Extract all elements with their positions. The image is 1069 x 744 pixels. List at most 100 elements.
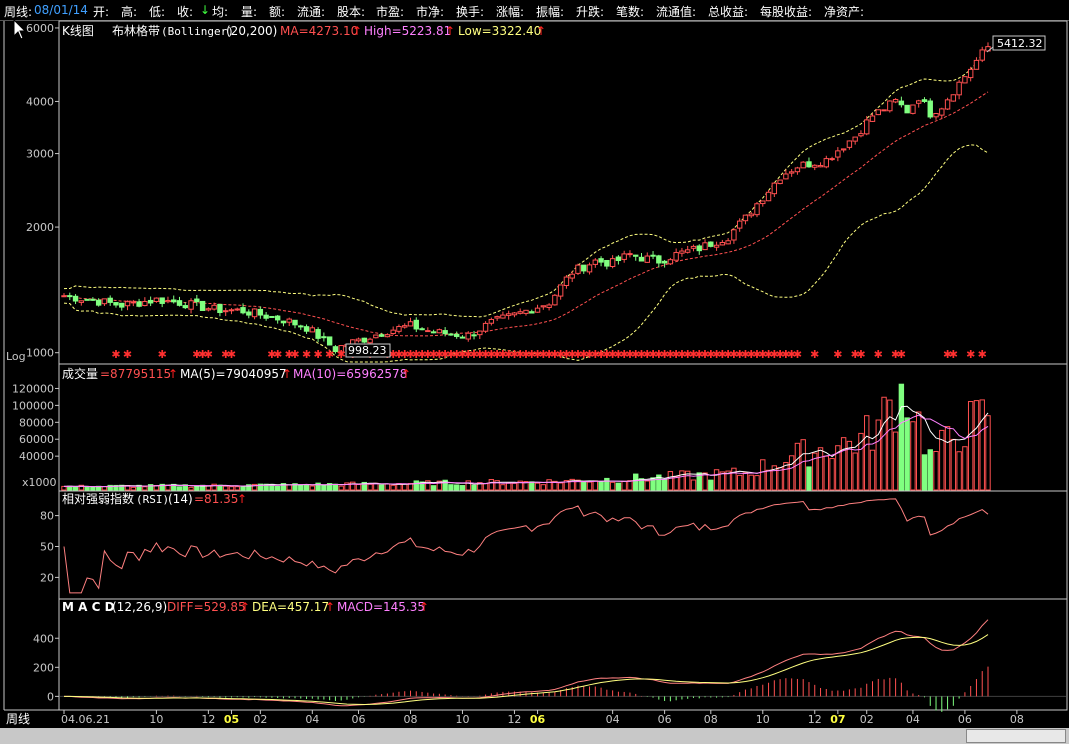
field-pe: 市盈:: [376, 5, 405, 19]
signal-star-icon: ✱: [874, 348, 883, 361]
candle-body: [373, 334, 379, 339]
candle-body: [448, 333, 454, 336]
candle-body: [864, 119, 870, 135]
rsi-y-axis: 80 50 20: [40, 510, 59, 584]
candle-body: [274, 315, 281, 321]
volume-bar: [505, 482, 512, 491]
stock-chart[interactable]: K线图 布林格带 (Bollinger) (20,200) MA=4273.10…: [0, 20, 1069, 744]
volume-bar: [921, 454, 928, 491]
rsi-tick-label: 50: [40, 541, 54, 554]
candle-body: [390, 329, 396, 335]
candle-body: [783, 173, 789, 180]
price-tick-label: 4000: [26, 95, 54, 108]
ma5-up-arrow-icon: ↑: [282, 367, 292, 381]
macd-title: M A C D: [62, 600, 115, 614]
candle-body: [788, 171, 795, 174]
log-scale-label: Log: [6, 350, 26, 363]
candle-body: [269, 315, 275, 318]
x-tick-label: 04.06.21: [61, 713, 110, 726]
scrollbar-thumb[interactable]: [966, 729, 1066, 743]
candle-body: [292, 319, 298, 326]
signal-star-icon: ✱: [158, 348, 167, 361]
rsi-title: 相对强弱指数: [62, 491, 134, 506]
volume-bar: [679, 470, 685, 491]
volume-bar: [644, 480, 650, 491]
signal-star-icon: ✱: [978, 348, 987, 361]
date-display: 08/01/14: [34, 3, 88, 17]
candle-body: [482, 322, 489, 332]
candle-body: [303, 326, 310, 332]
signal-star-icon: ✱: [897, 348, 906, 361]
macd-value: MACD=145.35: [337, 600, 425, 614]
candle-body: [523, 309, 529, 314]
volume-bar: [788, 455, 795, 491]
volume-bar: [864, 415, 870, 491]
x-tick-label: 08: [704, 713, 718, 726]
candle-body: [136, 301, 142, 307]
candle-body: [748, 213, 754, 217]
volume-bar: [829, 458, 835, 491]
period-label[interactable]: 周线:: [4, 3, 32, 20]
candle-body: [309, 327, 316, 333]
field-change: 涨幅:: [496, 5, 525, 19]
candle-body: [78, 300, 85, 303]
candle-body: [153, 297, 160, 302]
candle-body: [234, 308, 240, 311]
candle-body: [719, 242, 726, 246]
candle-body: [465, 332, 471, 340]
candle-body: [690, 245, 697, 249]
volume-bar: [223, 485, 229, 491]
candle-body: [944, 99, 951, 110]
low-callout: 998.23: [348, 344, 387, 357]
field-turnover: 换手:: [456, 5, 485, 19]
macd-tick-label: 400: [33, 632, 54, 645]
volume-bar: [794, 442, 801, 491]
field-total-earnings: 总收益:: [708, 5, 749, 19]
price-panel-frame: [58, 20, 1068, 365]
volume-ma5: MA(5)=79040957: [180, 367, 287, 381]
candle-body: [119, 302, 125, 308]
candle-body: [592, 259, 598, 265]
candle-body: [563, 276, 570, 286]
macd-y-axis: 400 200 0: [33, 632, 59, 703]
volume-up-arrow-icon: ↑: [168, 367, 178, 381]
volume-bar: [378, 484, 385, 491]
high-callout: 5412.32: [997, 37, 1043, 50]
field-shares: 股本:: [337, 5, 366, 19]
candle-body: [621, 253, 627, 260]
field-pb: 市净:: [416, 5, 445, 19]
candle-body: [459, 336, 466, 339]
candle-body: [286, 318, 292, 323]
volume-bar: [303, 483, 310, 491]
volume-bar: [956, 451, 962, 491]
volume-bar: [927, 449, 933, 491]
candle-body: [217, 303, 223, 314]
macd-params: (12,26,9): [112, 600, 167, 614]
macd-up-arrow-icon: ↑: [419, 600, 429, 614]
volume-bar: [488, 479, 495, 491]
candle-body: [257, 308, 264, 316]
high-value: High=5223.81: [364, 24, 451, 38]
volume-bar: [500, 484, 506, 491]
volume-bar: [205, 485, 212, 491]
signal-star-icon: ✱: [290, 348, 299, 361]
signal-star-icon: ✱: [227, 348, 236, 361]
price-tick-label: 1000: [26, 347, 54, 360]
volume-bar: [228, 486, 235, 491]
candle-body: [361, 337, 368, 343]
horizontal-scrollbar[interactable]: [0, 728, 1069, 744]
volume-bar: [482, 483, 489, 491]
volume-bar: [817, 447, 824, 491]
signal-star-icon: ✱: [949, 348, 958, 361]
volume-bar: [448, 484, 454, 491]
candle-body: [280, 320, 287, 324]
candle-body: [685, 249, 691, 253]
field-amount: 额:: [269, 5, 286, 19]
candle-body: [921, 99, 928, 102]
volume-bar: [840, 437, 847, 491]
volume-bar: [869, 449, 876, 491]
volume-tick-label: 120000: [12, 382, 54, 395]
volume-bar: [592, 480, 598, 491]
field-amplitude: 振幅:: [536, 5, 565, 19]
candle-body: [540, 305, 547, 308]
